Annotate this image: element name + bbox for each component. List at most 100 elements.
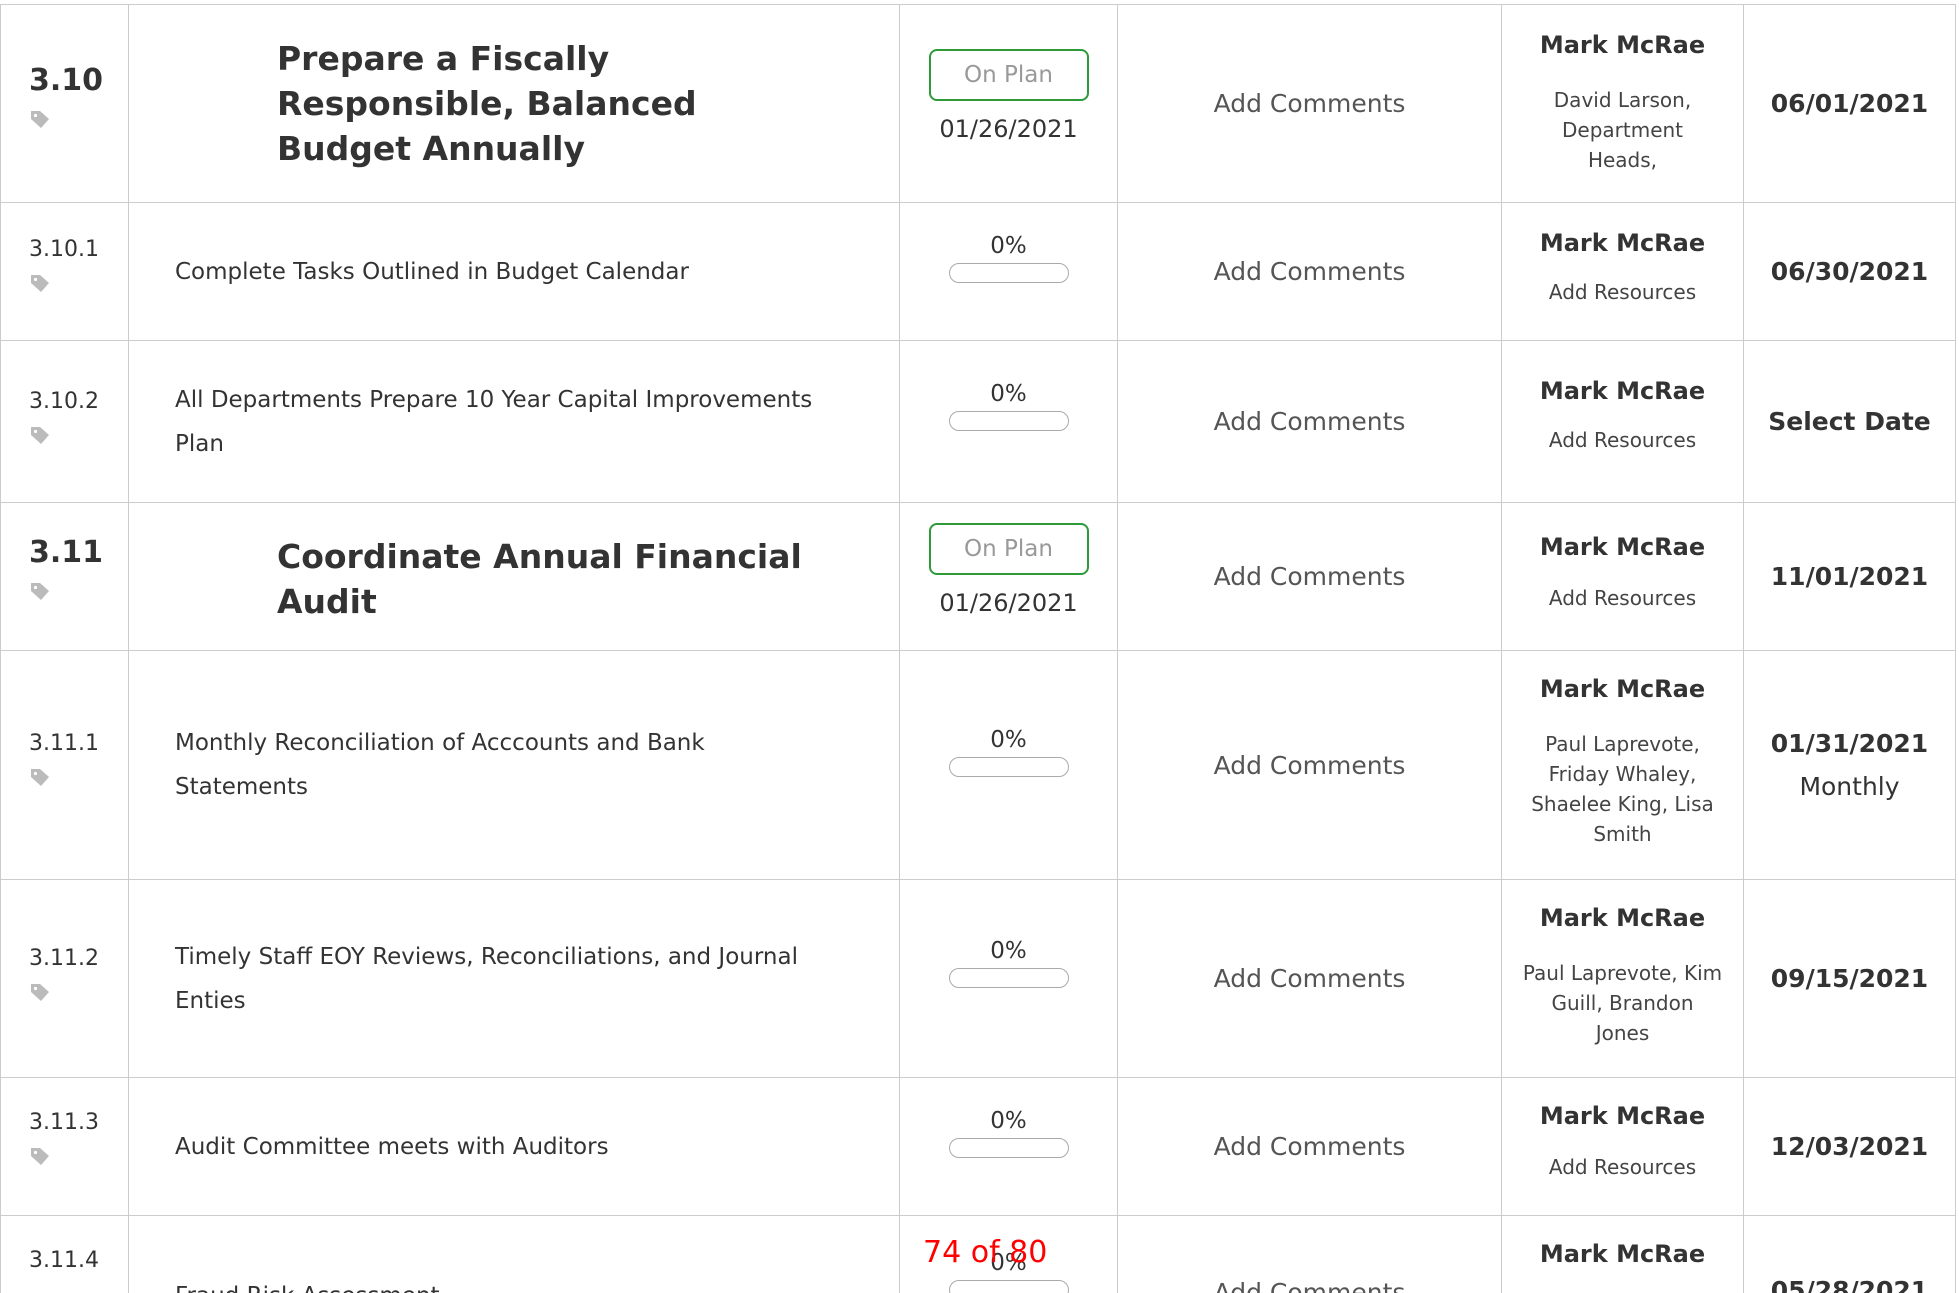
add-resources-link[interactable]: Add Resources: [1502, 277, 1743, 307]
task-number: 3.11.2: [29, 946, 99, 971]
number-cell: 3.11: [1, 503, 129, 650]
progress-bar[interactable]: [948, 1138, 1069, 1158]
task-title[interactable]: Monthly Reconciliation of Acccounts and …: [175, 721, 809, 809]
task-title[interactable]: Fraud Risk Assessment: [175, 1274, 440, 1293]
task-title[interactable]: All Departments Prepare 10 Year Capital …: [175, 378, 859, 466]
date-cell: 12/03/2021: [1744, 1078, 1956, 1215]
comments-cell: Add Comments: [1118, 203, 1502, 340]
due-date[interactable]: 06/01/2021: [1771, 89, 1928, 118]
title-cell: Timely Staff EOY Reviews, Reconciliation…: [129, 880, 900, 1077]
add-comments-link[interactable]: Add Comments: [1214, 257, 1406, 286]
due-date[interactable]: 06/30/2021: [1771, 257, 1928, 286]
comments-cell: Add Comments: [1118, 651, 1502, 879]
resources-list[interactable]: Paul Laprevote, Friday Whaley, Shaelee K…: [1502, 729, 1743, 849]
progress-bar[interactable]: [948, 757, 1069, 777]
progress-bar[interactable]: [948, 411, 1069, 431]
resources-list[interactable]: Paul Laprevote, Kim Guill, Brandon Jones: [1502, 958, 1743, 1048]
goal-number: 3.10: [29, 63, 104, 98]
date-cell: 05/28/2021: [1744, 1216, 1956, 1293]
tag-icon[interactable]: [29, 1145, 51, 1167]
goal-title[interactable]: Prepare a Fiscally Responsible, Balanced…: [277, 36, 809, 171]
number-cell: 3.10: [1, 5, 129, 202]
goal-title[interactable]: Coordinate Annual Financial Audit: [277, 534, 859, 624]
progress-percent: 0%: [990, 727, 1027, 753]
owner-name[interactable]: Mark McRae: [1502, 377, 1743, 405]
task-row: 3.11.3 Audit Committee meets with Audito…: [1, 1078, 1956, 1216]
progress-bar[interactable]: [948, 263, 1069, 283]
add-comments-link[interactable]: Add Comments: [1214, 89, 1406, 118]
owner-name[interactable]: Mark McRae: [1502, 904, 1743, 932]
comments-cell: Add Comments: [1118, 1216, 1502, 1293]
title-cell: All Departments Prepare 10 Year Capital …: [129, 341, 900, 502]
add-comments-link[interactable]: Add Comments: [1214, 964, 1406, 993]
add-comments-link[interactable]: Add Comments: [1214, 562, 1406, 591]
due-date[interactable]: 12/03/2021: [1771, 1132, 1928, 1161]
tag-icon[interactable]: [29, 272, 51, 294]
add-resources-link[interactable]: Add Resources: [1502, 1152, 1743, 1182]
frequency-label: Monthly: [1799, 772, 1900, 801]
owner-cell: Mark McRae Add Resources: [1502, 341, 1744, 502]
comments-cell: Add Comments: [1118, 880, 1502, 1077]
owner-name[interactable]: Mark McRae: [1502, 229, 1743, 257]
due-date[interactable]: 11/01/2021: [1771, 562, 1928, 591]
due-date[interactable]: 09/15/2021: [1771, 964, 1928, 993]
select-date-link[interactable]: Select Date: [1768, 407, 1931, 436]
tag-icon[interactable]: [29, 766, 51, 788]
progress-cell: 0%: [900, 880, 1118, 1077]
owner-cell: Mark McRae Paul Laprevote, Kim Guill, Br…: [1502, 880, 1744, 1077]
task-row: 3.11.1 Monthly Reconciliation of Acccoun…: [1, 651, 1956, 880]
status-button[interactable]: On Plan: [928, 49, 1089, 101]
comments-cell: Add Comments: [1118, 503, 1502, 650]
progress-bar[interactable]: [948, 968, 1069, 988]
date-cell: 11/01/2021: [1744, 503, 1956, 650]
date-cell: Select Date: [1744, 341, 1956, 502]
owner-name[interactable]: Mark McRae: [1502, 31, 1743, 59]
progress-percent: 0%: [990, 1108, 1027, 1134]
goals-table-view: 3.10 Prepare a Fiscally Responsible, Bal…: [0, 0, 1959, 1293]
title-cell: Audit Committee meets with Auditors: [129, 1078, 900, 1215]
resources-list[interactable]: David Larson, Department Heads,: [1502, 85, 1743, 175]
progress-percent: 0%: [990, 381, 1027, 407]
owner-cell: Mark McRae Paul Laprevote, Friday Whaley…: [1502, 651, 1744, 879]
date-cell: 01/31/2021 Monthly: [1744, 651, 1956, 879]
owner-name[interactable]: Mark McRae: [1502, 675, 1743, 703]
task-row: 3.10.1 Complete Tasks Outlined in Budget…: [1, 203, 1956, 341]
owner-name[interactable]: Mark McRae: [1502, 533, 1743, 561]
tag-icon[interactable]: [29, 108, 51, 130]
number-cell: 3.11.4: [1, 1216, 129, 1293]
comments-cell: Add Comments: [1118, 5, 1502, 202]
task-title[interactable]: Audit Committee meets with Auditors: [175, 1125, 609, 1169]
progress-cell: 0%: [900, 1078, 1118, 1215]
owner-cell: Mark McRae David Larson, Department Head…: [1502, 5, 1744, 202]
number-cell: 3.11.1: [1, 651, 129, 879]
task-title[interactable]: Complete Tasks Outlined in Budget Calend…: [175, 250, 689, 294]
status-date: 01/26/2021: [939, 115, 1078, 143]
add-comments-link[interactable]: Add Comments: [1214, 407, 1406, 436]
add-resources-link[interactable]: Add Resources: [1502, 425, 1743, 455]
comments-cell: Add Comments: [1118, 1078, 1502, 1215]
tag-icon[interactable]: [29, 424, 51, 446]
task-number: 3.11.4: [29, 1248, 99, 1273]
owner-name[interactable]: Mark McRae: [1502, 1102, 1743, 1130]
goal-number: 3.11: [29, 535, 104, 570]
progress-bar[interactable]: [948, 1280, 1069, 1293]
owner-cell: Mark McRae Add Resources: [1502, 503, 1744, 650]
add-resources-link[interactable]: Add Resources: [1502, 583, 1743, 613]
due-date[interactable]: 01/31/2021: [1771, 729, 1928, 758]
due-date[interactable]: 05/28/2021: [1771, 1276, 1928, 1293]
status-button[interactable]: On Plan: [928, 523, 1089, 575]
number-cell: 3.11.3: [1, 1078, 129, 1215]
add-comments-link[interactable]: Add Comments: [1214, 751, 1406, 780]
title-cell: Monthly Reconciliation of Acccounts and …: [129, 651, 900, 879]
task-row: 3.11.2 Timely Staff EOY Reviews, Reconci…: [1, 880, 1956, 1078]
tag-icon[interactable]: [29, 981, 51, 1003]
owner-cell: Mark McRae Add Resources: [1502, 1078, 1744, 1215]
tag-icon[interactable]: [29, 580, 51, 602]
add-comments-link[interactable]: Add Comments: [1214, 1278, 1406, 1293]
date-cell: 06/01/2021: [1744, 5, 1956, 202]
owner-name[interactable]: Mark McRae: [1502, 1240, 1743, 1268]
task-title[interactable]: Timely Staff EOY Reviews, Reconciliation…: [175, 935, 849, 1023]
add-comments-link[interactable]: Add Comments: [1214, 1132, 1406, 1161]
title-cell: Fraud Risk Assessment: [129, 1216, 900, 1293]
number-cell: 3.11.2: [1, 880, 129, 1077]
